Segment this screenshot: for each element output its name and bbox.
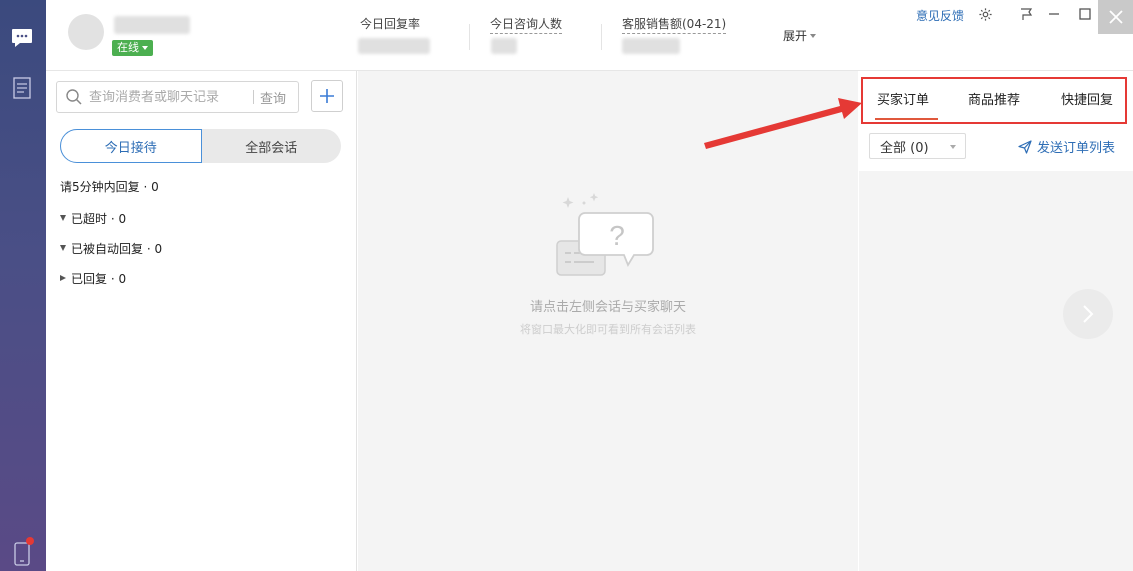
conversation-panel: 查询 今日接待 全部会话 请5分钟内回复 · 0 已超时 · 0 已被自动回复 … <box>46 71 357 571</box>
phone-icon[interactable] <box>9 537 35 567</box>
maximize-icon[interactable] <box>1075 4 1095 24</box>
user-name-redacted <box>114 16 190 34</box>
chevron-right-icon[interactable] <box>1063 289 1113 339</box>
order-toolbar: 全部 (0) 发送订单列表 <box>859 126 1133 171</box>
stat-label: 今日回复率 <box>360 17 421 31</box>
empty-state-title: 请点击左侧会话与买家聊天 <box>529 300 686 315</box>
caret-down-icon <box>142 46 148 50</box>
avatar[interactable] <box>68 14 104 50</box>
conversation-group-list: 请5分钟内回复 · 0 已超时 · 0 已被自动回复 · 0 已回复 · 0 <box>60 179 162 293</box>
search-icon <box>65 88 83 106</box>
stat-sales-amount[interactable]: 客服销售额(04-21) <box>622 15 727 34</box>
group-auto-replied[interactable]: 已被自动回复 · 0 <box>60 233 162 263</box>
caret-down-icon <box>810 33 817 38</box>
expand-label: 展开 <box>783 29 808 43</box>
empty-state-hint: 将窗口最大化即可看到所有会话列表 <box>520 323 696 336</box>
search-input[interactable] <box>89 89 251 105</box>
send-icon <box>1018 139 1032 154</box>
stat-reply-rate: 今日回复率 <box>360 15 420 32</box>
document-icon[interactable] <box>9 75 35 101</box>
stat-label: 今日咨询人数 <box>490 15 563 34</box>
top-header: 在线 今日回复率 今日咨询人数 客服销售额(04-21) 展开 意见反馈 <box>46 0 1133 71</box>
group-label: 请5分钟内回复 · 0 <box>60 179 159 194</box>
plus-icon[interactable] <box>311 80 343 112</box>
filter-value: 全部 (0) <box>880 140 929 156</box>
notification-badge <box>26 537 34 545</box>
minimize-icon[interactable] <box>1044 4 1064 24</box>
side-rail <box>0 0 46 571</box>
group-timed-out[interactable]: 已超时 · 0 <box>60 203 162 233</box>
settings-icon[interactable] <box>975 4 995 24</box>
group-label: 已超时 · 0 <box>71 211 127 226</box>
tab-all-conversations[interactable]: 全部会话 <box>202 129 342 163</box>
active-tab-indicator <box>875 118 938 120</box>
divider <box>253 90 254 104</box>
conversation-tabs: 今日接待 全部会话 <box>60 129 341 163</box>
tab-today-reception[interactable]: 今日接待 <box>60 129 202 163</box>
stat-value-redacted <box>358 38 430 54</box>
divider <box>469 24 470 50</box>
tab-product-recommend[interactable]: 商品推荐 <box>968 89 1020 108</box>
caret-down-icon <box>60 215 66 221</box>
online-status-dropdown[interactable]: 在线 <box>112 40 153 56</box>
side-info-panel: 买家订单 商品推荐 快捷回复 全部 (0) 发送订单列表 <box>859 71 1133 571</box>
stat-value-redacted <box>491 38 517 54</box>
info-tabs: 买家订单 商品推荐 快捷回复 <box>859 71 1133 126</box>
caret-down-icon <box>60 245 66 251</box>
search-button[interactable]: 查询 <box>260 88 286 107</box>
send-link-label: 发送订单列表 <box>1037 141 1116 156</box>
svg-text:?: ? <box>609 220 625 251</box>
stat-label: 客服销售额(04-21) <box>622 15 727 34</box>
search-box: 查询 <box>56 81 299 113</box>
caret-right-icon <box>60 275 66 281</box>
divider <box>601 24 602 50</box>
group-label: 已被自动回复 · 0 <box>71 241 163 256</box>
close-icon[interactable] <box>1098 0 1133 34</box>
stat-consult-count[interactable]: 今日咨询人数 <box>490 15 563 34</box>
group-label: 已回复 · 0 <box>71 271 127 286</box>
tab-quick-reply[interactable]: 快捷回复 <box>1061 89 1113 108</box>
tab-buyer-orders[interactable]: 买家订单 <box>877 89 929 108</box>
caret-down-icon <box>950 145 956 149</box>
chat-icon[interactable] <box>9 25 35 51</box>
expand-button[interactable]: 展开 <box>783 27 817 44</box>
chat-area: ? 请点击左侧会话与买家聊天 将窗口最大化即可看到所有会话列表 <box>358 71 858 571</box>
pin-icon[interactable] <box>1016 4 1036 24</box>
send-order-list-link[interactable]: 发送订单列表 <box>1018 137 1115 156</box>
stat-value-redacted <box>622 38 680 54</box>
group-reply-within-5min: 请5分钟内回复 · 0 <box>60 179 162 194</box>
feedback-link[interactable]: 意见反馈 <box>916 7 964 24</box>
order-filter-select[interactable]: 全部 (0) <box>869 133 966 159</box>
status-label: 在线 <box>117 41 139 54</box>
empty-chat-illustration: ? <box>554 193 658 287</box>
group-replied[interactable]: 已回复 · 0 <box>60 263 162 293</box>
